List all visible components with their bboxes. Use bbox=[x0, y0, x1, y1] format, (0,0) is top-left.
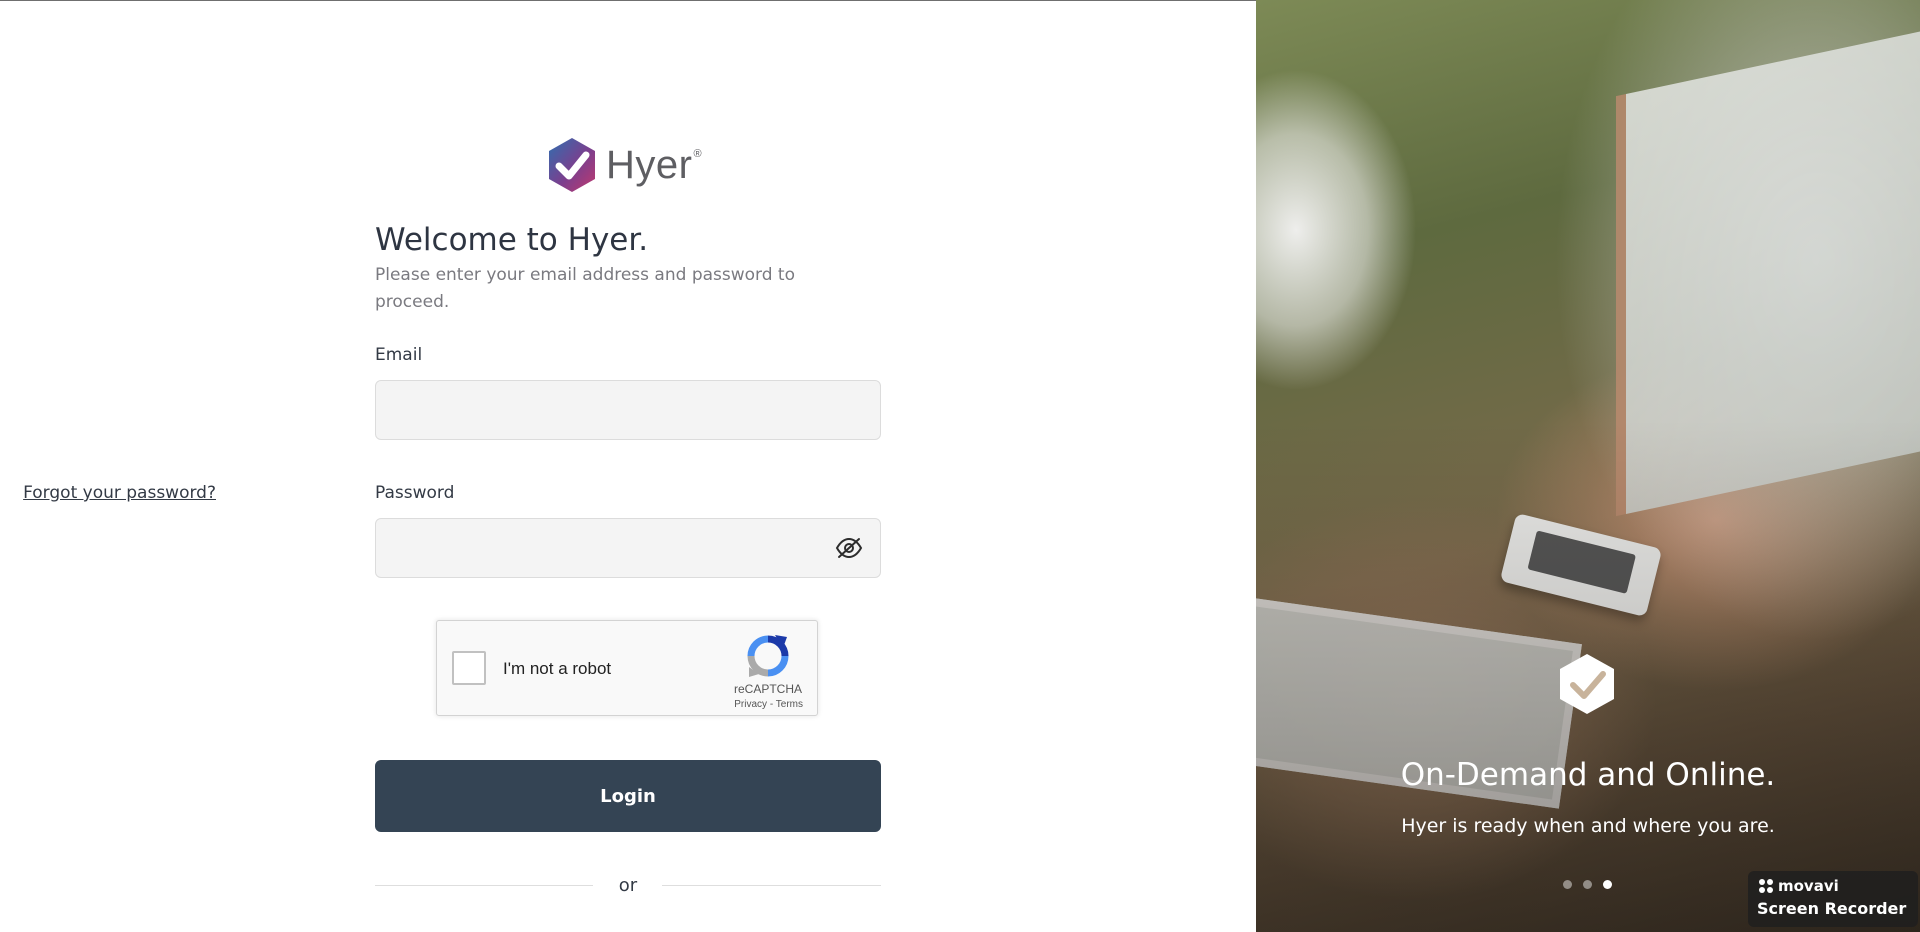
carousel-dot-3[interactable] bbox=[1603, 880, 1612, 889]
watermark-brand: movavi bbox=[1758, 877, 1839, 895]
watermark-product: Screen Recorder bbox=[1757, 899, 1907, 918]
page-subtitle: Please enter your email address and pass… bbox=[375, 265, 795, 312]
recaptcha-label: I'm not a robot bbox=[503, 659, 612, 678]
divider-line-right bbox=[662, 885, 881, 886]
carousel-dot-2[interactable] bbox=[1583, 880, 1592, 889]
hero-panel: On-Demand and Online. Hyer is ready when… bbox=[1256, 0, 1920, 932]
recaptcha-links: Privacy - Terms bbox=[734, 699, 803, 710]
password-label: Password bbox=[375, 483, 455, 503]
email-field[interactable] bbox=[375, 380, 881, 440]
recaptcha-logo-icon bbox=[747, 635, 789, 677]
recorder-watermark: movavi Screen Recorder bbox=[1748, 871, 1918, 927]
email-label: Email bbox=[375, 345, 423, 365]
divider-line-left bbox=[375, 885, 593, 886]
logo-wordmark: Hyer bbox=[606, 142, 693, 187]
recaptcha-terms-link[interactable]: Terms bbox=[776, 699, 803, 710]
login-button[interactable]: Login bbox=[375, 760, 881, 832]
carousel-dot-1[interactable] bbox=[1563, 880, 1572, 889]
eye-off-icon[interactable] bbox=[834, 535, 864, 561]
hyer-shield-icon bbox=[549, 138, 595, 192]
registered-mark: ® bbox=[693, 148, 702, 160]
recaptcha-checkbox[interactable] bbox=[452, 651, 486, 685]
hyer-logo: Hyer ® bbox=[546, 134, 702, 196]
recaptcha-privacy-link[interactable]: Privacy bbox=[734, 699, 767, 710]
carousel-dots bbox=[1563, 880, 1612, 889]
hero-subtitle: Hyer is ready when and where you are. bbox=[1401, 815, 1775, 837]
page-title: Welcome to Hyer. bbox=[375, 222, 649, 258]
divider-or-text: or bbox=[618, 875, 638, 896]
movavi-logo-icon bbox=[1759, 879, 1773, 893]
recaptcha-widget: I'm not a robot reCAPTCHA Privacy - Term… bbox=[436, 620, 818, 716]
forgot-password-link[interactable]: Forgot your password? bbox=[23, 483, 216, 503]
login-panel: Hyer ® Welcome to Hyer. Please enter you… bbox=[0, 0, 1256, 932]
watermark-brand-text: movavi bbox=[1778, 877, 1839, 895]
hyer-checkmark-icon bbox=[1560, 654, 1614, 714]
recaptcha-link-separator: - bbox=[767, 699, 776, 710]
recaptcha-brand: reCAPTCHA bbox=[733, 682, 802, 696]
hero-title: On-Demand and Online. bbox=[1400, 757, 1776, 793]
password-field[interactable] bbox=[375, 518, 881, 578]
